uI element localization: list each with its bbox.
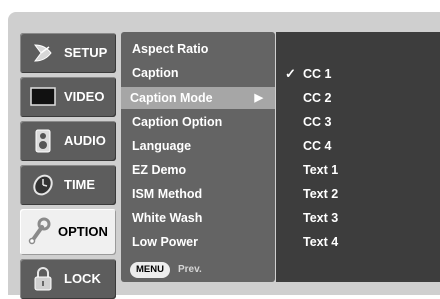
menu-item-label: White Wash (132, 211, 203, 225)
menu-item-language[interactable]: Language (123, 135, 273, 157)
sidebar-item-setup[interactable]: SETUP (20, 33, 116, 73)
satellite-dish-icon (30, 41, 56, 65)
menu-item-label: Language (132, 139, 192, 153)
sidebar-item-label: VIDEO (64, 89, 105, 104)
menu-item-low-power[interactable]: Low Power (123, 231, 273, 253)
padlock-icon (30, 267, 56, 291)
option-menu: Aspect Ratio Caption Caption Mode ▶ Capti… (121, 32, 275, 268)
menu-item-aspect-ratio[interactable]: Aspect Ratio (123, 38, 273, 60)
speaker-icon (30, 129, 56, 153)
menu-item-label: Caption (132, 66, 179, 80)
menu-item-white-wash[interactable]: White Wash (123, 207, 273, 229)
option-text2[interactable]: Text 2 (303, 183, 338, 205)
caption-mode-options: ✓ CC 1 CC 2 CC 3 CC 4 Text 1 Text 2 Text… (276, 32, 440, 282)
menu-button[interactable]: MENU (130, 262, 170, 278)
option-text3[interactable]: Text 3 (303, 207, 338, 229)
sidebar-item-label: SETUP (64, 45, 108, 60)
menu-item-ism-method[interactable]: ISM Method (123, 183, 273, 205)
sidebar-item-option[interactable]: OPTION (20, 209, 116, 255)
sidebar-item-label: LOCK (64, 271, 101, 286)
sidebar-item-label: AUDIO (64, 133, 106, 148)
sidebar-item-video[interactable]: VIDEO (20, 77, 116, 117)
menu-footer: MENU Prev. (121, 258, 275, 282)
menu-item-caption-mode[interactable]: Caption Mode ▶ (121, 87, 275, 109)
option-text4[interactable]: Text 4 (303, 231, 338, 253)
menu-item-ez-demo[interactable]: EZ Demo (123, 159, 273, 181)
option-cc3[interactable]: CC 3 (303, 111, 331, 133)
monitor-icon (30, 85, 56, 109)
sidebar-item-audio[interactable]: AUDIO (20, 121, 116, 161)
option-text1[interactable]: Text 1 (303, 159, 338, 181)
menu-item-label: Caption Mode (130, 91, 213, 105)
menu-item-label: Aspect Ratio (132, 42, 209, 56)
menu-item-label: EZ Demo (132, 163, 187, 177)
sidebar-item-label: OPTION (58, 224, 108, 239)
menu-item-caption-option[interactable]: Caption Option (123, 111, 273, 133)
sidebar-item-lock[interactable]: LOCK (20, 259, 116, 299)
option-cc4[interactable]: CC 4 (303, 135, 331, 157)
submenu-arrow-icon: ▶ (254, 92, 263, 104)
sidebar-item-label: TIME (64, 177, 96, 192)
menu-item-label: Low Power (132, 235, 198, 249)
option-cc2[interactable]: CC 2 (303, 87, 331, 109)
clock-icon (30, 173, 56, 197)
check-icon: ✓ (285, 66, 296, 81)
wrench-icon (26, 217, 52, 245)
menu-item-label: ISM Method (132, 187, 203, 201)
sidebar-item-time[interactable]: TIME (20, 165, 116, 205)
prev-hint: Prev. (178, 264, 202, 275)
menu-item-caption[interactable]: Caption (123, 62, 273, 84)
option-cc1[interactable]: CC 1 (303, 63, 331, 85)
menu-item-label: Caption Option (132, 115, 223, 129)
